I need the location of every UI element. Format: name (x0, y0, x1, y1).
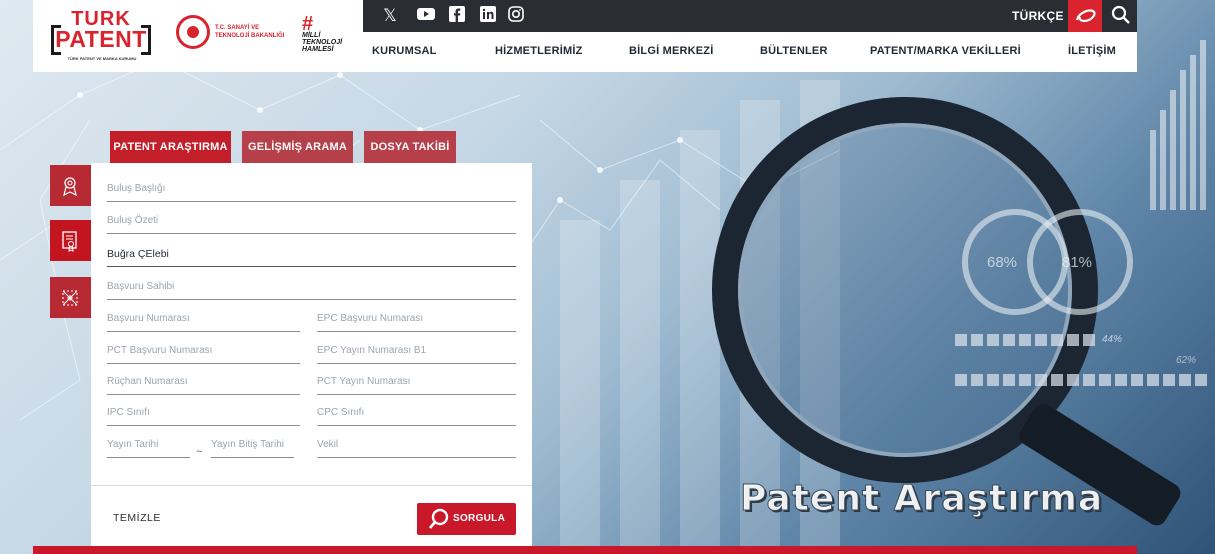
youtube-icon[interactable] (416, 6, 436, 26)
search-icon[interactable] (1106, 0, 1136, 32)
tab-patent-arastirma[interactable]: PATENT ARAŞTIRMA (110, 131, 231, 163)
milli-teknoloji-logo[interactable]: # MİLLİ TEKNOLOJİ HAMLESİ (302, 13, 343, 53)
clear-button[interactable]: TEMİZLE (113, 512, 161, 524)
x-icon[interactable]: 𝕏 (380, 6, 400, 26)
stat-62: 62% (1176, 355, 1197, 366)
inventor-field[interactable]: Buğra ÇElebi (107, 247, 516, 267)
circuit-icon (62, 290, 78, 306)
patent-ribbon-icon (63, 177, 77, 197)
priority-number-field[interactable]: Rüçhan Numarası (107, 375, 300, 395)
magnifier-icon (429, 508, 449, 529)
application-number-field[interactable]: Başvuru Numarası (107, 312, 300, 332)
facebook-icon[interactable] (447, 6, 467, 27)
query-button-label: SORGULA (453, 513, 506, 524)
epc-application-number-field[interactable]: EPC Başvuru Numarası (317, 312, 516, 332)
form-divider (91, 485, 532, 486)
stat-68: 68% (987, 254, 1018, 271)
query-button[interactable]: SORGULA (417, 503, 516, 535)
certificate-icon (62, 231, 77, 252)
hashtag-icon: # (302, 13, 314, 35)
side-circuit-icon-button[interactable] (50, 277, 91, 318)
instagram-icon[interactable] (506, 6, 526, 27)
nav-iletisim[interactable]: İLETİŞİM (1068, 45, 1116, 57)
turkpatent-logo[interactable]: TURK PATENT TÜRK PATENT VE MARKA KURUMU (51, 8, 151, 61)
nav-kurumsal[interactable]: KURUMSAL (372, 45, 437, 57)
nav-bultenler[interactable]: BÜLTENLER (760, 45, 828, 57)
publication-date-field[interactable]: Yayın Tarihi (107, 438, 190, 458)
stat-81: 81% (1062, 254, 1093, 271)
invention-summary-field[interactable]: Buluş Özeti (107, 214, 516, 234)
tab-gelismis-arama[interactable]: GELİŞMİŞ ARAMA (242, 131, 353, 163)
applicant-field[interactable]: Başvuru Sahibi (107, 280, 516, 300)
linkedin-icon[interactable] (478, 6, 498, 27)
logo-text-patent: PATENT (55, 26, 147, 52)
cpc-class-field[interactable]: CPC Sınıfı (317, 406, 516, 426)
nav-patent-marka-vekilleri[interactable]: PATENT/MARKA VEKİLLERİ (870, 45, 1021, 57)
search-form-panel: Buluş Başlığı Buluş Özeti Buğra ÇElebi B… (91, 163, 532, 554)
edevlet-icon[interactable] (1068, 0, 1102, 32)
date-range-separator: ~ (196, 446, 203, 458)
banner-title: Patent Araştırma (739, 478, 1104, 520)
attorney-field[interactable]: Vekil (317, 438, 516, 458)
side-document-icon-button[interactable] (50, 220, 91, 261)
nav-hizmetlerimiz[interactable]: HİZMETLERİMİZ (495, 45, 583, 57)
ministry-name: T.C. SANAYİ VE TEKNOLOJİ BAKANLIĞI (215, 25, 285, 39)
logo-bracket-right (141, 25, 151, 55)
ministry-seal-icon[interactable] (176, 15, 210, 49)
milli-teknoloji-text: MİLLİ TEKNOLOJİ HAMLESİ (302, 32, 343, 53)
bottom-accent-bar (33, 546, 1137, 554)
tab-dosya-takibi[interactable]: DOSYA TAKİBİ (364, 131, 456, 163)
stat-44: 44% (1102, 334, 1123, 345)
language-selector[interactable]: TÜRKÇE (1012, 9, 1064, 23)
pct-application-number-field[interactable]: PCT Başvuru Numarası (107, 344, 300, 364)
invention-title-field[interactable]: Buluş Başlığı (107, 182, 516, 202)
logo-subtitle: TÜRK PATENT VE MARKA KURUMU (67, 56, 137, 61)
ipc-class-field[interactable]: IPC Sınıfı (107, 406, 300, 426)
side-patent-icon-button[interactable] (50, 165, 91, 206)
publication-end-date-field[interactable]: Yayın Bitiş Tarihi (211, 438, 294, 458)
epc-publication-number-field[interactable]: EPC Yayın Numarası B1 (317, 344, 516, 364)
nav-bilgi-merkezi[interactable]: BİLGİ MERKEZİ (629, 45, 714, 57)
pct-publication-number-field[interactable]: PCT Yayın Numarası (317, 375, 516, 395)
